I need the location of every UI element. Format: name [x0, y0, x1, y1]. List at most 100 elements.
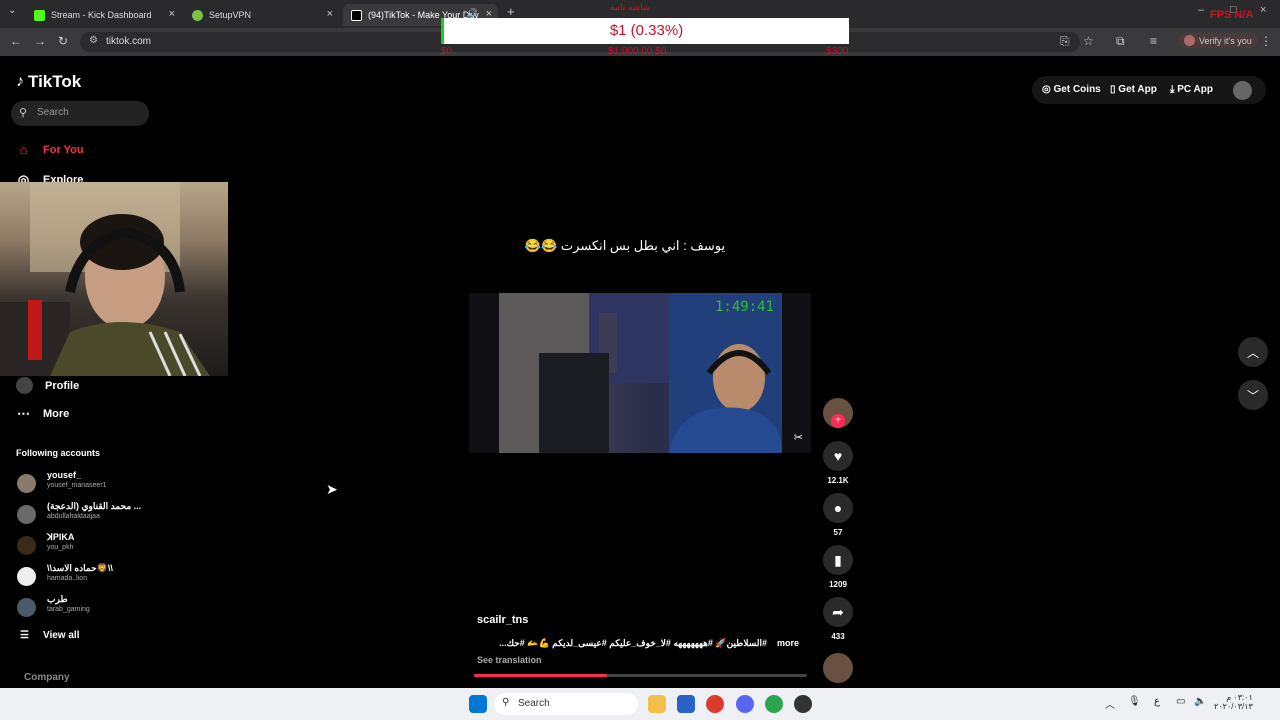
- view-all-link[interactable]: ☰ View all: [20, 630, 79, 641]
- volume-icon[interactable]: 🔈: [1194, 696, 1206, 707]
- verify-button[interactable]: Verify it's you: [1178, 33, 1258, 48]
- top-actions: ◎ Get Coins ▯ Get App ⤓ PC App: [1032, 76, 1266, 104]
- like-button[interactable]: ♥ 12.1K: [823, 441, 853, 485]
- install-icon[interactable]: ⎘: [1060, 34, 1070, 49]
- minimize-icon[interactable]: –: [1198, 4, 1204, 16]
- video-author[interactable]: scailr_tns: [477, 614, 528, 626]
- obs-icon[interactable]: [794, 695, 812, 713]
- taskbar-search[interactable]: ⚲ Search: [494, 693, 638, 715]
- logo-text: TikTok: [28, 72, 82, 91]
- vpn-icon: [192, 9, 203, 21]
- search-input[interactable]: ⚲ Search: [11, 101, 149, 126]
- store-icon[interactable]: [677, 695, 695, 713]
- list-icon: ☰: [20, 630, 29, 641]
- site-info-icon[interactable]: ⚙: [89, 35, 98, 46]
- following-account[interactable]: yousef_ yousef_manaseer1: [17, 470, 157, 496]
- nav-for-you[interactable]: ⌂ For You: [16, 142, 84, 157]
- file-explorer-icon[interactable]: [648, 695, 666, 713]
- heart-icon: ♥: [823, 441, 853, 471]
- tiktok-note-icon: ♪: [16, 73, 24, 90]
- user-avatar[interactable]: [1233, 81, 1252, 100]
- chrome-icon[interactable]: [706, 695, 724, 713]
- pc-app-label: PC App: [1177, 84, 1213, 95]
- close-icon[interactable]: ×: [169, 8, 175, 20]
- bookmark-star-icon[interactable]: ☆: [1083, 34, 1094, 48]
- previous-video-button[interactable]: ︿: [1238, 337, 1268, 367]
- get-app-button[interactable]: ▯ Get App: [1110, 84, 1157, 95]
- capcut-icon: ✂: [793, 432, 803, 444]
- tiktok-icon: [351, 9, 362, 21]
- reload-icon[interactable]: ↻: [58, 34, 68, 48]
- company-link[interactable]: Company: [24, 672, 70, 683]
- language-indicator[interactable]: ع: [1154, 696, 1160, 707]
- tab-kick[interactable]: Stream - Kick Dashboard ×: [26, 4, 181, 26]
- donation-title: شاشة ثانية: [610, 2, 651, 12]
- comment-button[interactable]: ● 57: [823, 493, 853, 537]
- tray-chevron-icon[interactable]: ︿: [1105, 696, 1115, 711]
- save-button[interactable]: ▮ 1209: [823, 545, 853, 589]
- fps-label: FPS N/A: [1210, 9, 1254, 21]
- following-account[interactable]: \\حماده الاسد🦁\\ hamada..lion: [17, 563, 157, 589]
- menu-icon[interactable]: ⋮: [1260, 34, 1272, 48]
- home-icon: ⌂: [19, 142, 28, 157]
- share-button[interactable]: ➦ 433: [823, 597, 853, 641]
- more-link[interactable]: more: [777, 638, 799, 648]
- get-coins-label: Get Coins: [1053, 84, 1101, 95]
- view-all-label: View all: [42, 630, 80, 641]
- avatar: [17, 598, 36, 617]
- forward-icon[interactable]: →: [34, 34, 46, 48]
- account-name: ꓘPIKA: [47, 532, 75, 542]
- system-clock[interactable]: ٠٣:٠١ م ٢٠٢٠/٠٣/١٣: [1214, 693, 1253, 711]
- nav-profile[interactable]: Profile: [16, 377, 79, 394]
- progress-fill: [474, 674, 608, 677]
- next-video-button[interactable]: ﹀: [1238, 380, 1268, 410]
- profile-avatar: [1184, 35, 1195, 46]
- close-icon[interactable]: ×: [327, 8, 333, 20]
- extensions-icon[interactable]: ⧉: [1116, 34, 1125, 49]
- donation-goal-bar: $1 (0.33%): [441, 18, 849, 44]
- following-account[interactable]: طرب tarab_gaming: [17, 594, 157, 620]
- new-tab-button[interactable]: +: [507, 4, 515, 19]
- account-handle: abdullahaldaajaa: [47, 513, 100, 520]
- search-placeholder: Search: [37, 107, 69, 118]
- tab-setupvpn[interactable]: SetupVPN ×: [184, 4, 339, 26]
- discord-icon[interactable]: [736, 695, 754, 713]
- taskbar-search-label: Search: [518, 698, 550, 709]
- video-player[interactable]: 1:49:41 ✂: [469, 293, 811, 453]
- nav-more[interactable]: ⋯ More: [16, 406, 69, 422]
- tab-label: Stream - Kick Dashboard: [51, 10, 152, 20]
- see-translation-link[interactable]: See translation: [477, 655, 542, 665]
- microphone-icon[interactable]: 🎙: [1128, 696, 1141, 707]
- chrome-profile-icon[interactable]: [765, 695, 783, 713]
- video-overlay-caption: يوسف : اني بطل بس انكسرت 😂😂: [524, 238, 726, 253]
- video-timer: 1:49:41: [714, 299, 774, 315]
- music-avatar-icon: [823, 653, 853, 683]
- nav-label: For You: [43, 143, 84, 156]
- tiktok-logo[interactable]: ♪ TikTok: [16, 72, 81, 92]
- nav-label: More: [43, 408, 70, 420]
- following-account[interactable]: ꓘPIKA you_pkh: [17, 532, 157, 558]
- tab-search-icon[interactable]: ⌄: [8, 5, 16, 16]
- pc-app-button[interactable]: ⤓ PC App: [1170, 84, 1213, 95]
- following-account[interactable]: محمد القناوي (الدعجة) ... abdullahaldaaj…: [17, 501, 157, 527]
- windows-start-icon[interactable]: [469, 695, 487, 713]
- nav-label: Profile: [45, 379, 80, 392]
- account-name: طرب: [47, 594, 68, 604]
- goal-mid-value: $1,000.00 $0: [608, 46, 667, 57]
- goal-start-value: $0: [441, 46, 453, 57]
- network-icon[interactable]: ▭: [1176, 696, 1185, 707]
- video-progress-bar[interactable]: [474, 674, 807, 677]
- media-icon[interactable]: ≡: [1150, 34, 1157, 48]
- search-icon: ⚲: [19, 107, 28, 119]
- follow-plus-icon[interactable]: +: [831, 414, 845, 428]
- avatar: [17, 474, 36, 493]
- close-window-icon[interactable]: ×: [1260, 4, 1266, 16]
- back-icon[interactable]: ←: [10, 34, 22, 48]
- get-coins-button[interactable]: ◎ Get Coins: [1042, 84, 1101, 95]
- share-icon: ➦: [823, 597, 853, 627]
- creator-avatar[interactable]: +: [823, 398, 853, 428]
- music-disc[interactable]: [823, 653, 853, 683]
- avatar: [17, 505, 36, 524]
- account-handle: tarab_gaming: [47, 606, 90, 613]
- chevron-up-icon: ︿: [1246, 345, 1259, 360]
